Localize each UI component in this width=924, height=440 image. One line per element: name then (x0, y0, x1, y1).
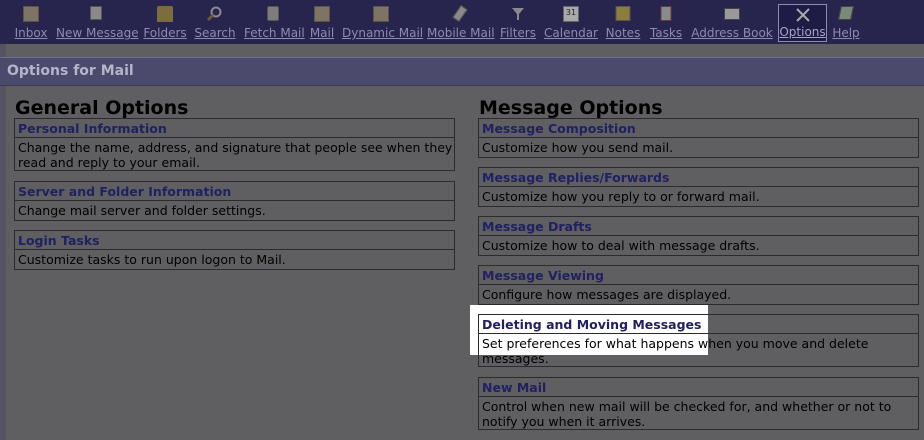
general-options-title: General Options (15, 97, 189, 119)
help-book-icon (838, 6, 854, 20)
option-message-composition: Message Composition Customize how you se… (478, 118, 919, 158)
option-link[interactable]: Login Tasks (15, 231, 454, 250)
option-description: Control when new mail will be checked fo… (482, 399, 892, 429)
option-description: Customize tasks to run upon logon to Mai… (18, 252, 286, 267)
option-link[interactable]: New Mail (479, 378, 918, 397)
option-deleting-moving: Deleting and Moving Messages Set prefere… (478, 314, 919, 367)
options-header: Options for Mail (0, 57, 924, 86)
toolbar-search[interactable]: Search (194, 4, 236, 42)
toolbar-new-message[interactable]: New Message (56, 4, 139, 42)
toolbar-folders[interactable]: Folders (143, 4, 187, 42)
clipboard-icon (660, 6, 672, 21)
toolbar-mobile-mail[interactable]: Mobile Mail (427, 4, 495, 42)
option-new-mail: New Mail Control when new mail will be c… (478, 377, 919, 430)
option-link[interactable]: Deleting and Moving Messages (479, 315, 918, 334)
option-description: Customize how you reply to or forward ma… (482, 189, 760, 204)
toolbar-filters[interactable]: Filters (499, 4, 537, 42)
calendar-icon: 31 (563, 6, 579, 22)
message-options-title: Message Options (479, 97, 663, 119)
toolbar-options[interactable]: Options (778, 4, 827, 42)
option-description: Customize how you send mail. (482, 140, 674, 155)
address-book-icon (724, 8, 740, 20)
envelope-icon (23, 6, 39, 22)
notepad-icon (615, 6, 631, 21)
toolbar-mail[interactable]: Mail (309, 4, 335, 42)
option-personal-information: Personal Information Change the name, ad… (14, 118, 455, 171)
toolbar-notes[interactable]: Notes (605, 4, 641, 42)
option-description: Set preferences for what happens when yo… (482, 336, 869, 366)
option-link[interactable]: Personal Information (15, 119, 454, 138)
option-message-viewing: Message Viewing Configure how messages a… (478, 265, 919, 305)
option-description: Customize how to deal with message draft… (482, 238, 760, 253)
magnifier-icon (207, 6, 222, 22)
tools-icon (795, 8, 810, 22)
option-link[interactable]: Server and Folder Information (15, 182, 454, 201)
option-message-replies: Message Replies/Forwards Customize how y… (478, 167, 919, 207)
toolbar-dynamic-mail[interactable]: Dynamic Mail (342, 4, 423, 42)
compose-icon (90, 6, 102, 20)
mobile-icon (452, 5, 468, 22)
folder-icon (157, 6, 173, 22)
option-link[interactable]: Message Composition (479, 119, 918, 138)
option-description: Change the name, address, and signature … (18, 140, 453, 170)
option-link[interactable]: Message Viewing (479, 266, 918, 285)
option-description: Configure how messages are displayed. (482, 287, 732, 302)
toolbar-fetch-mail[interactable]: Fetch Mail (244, 4, 305, 42)
envelope-icon (373, 6, 389, 22)
option-server-folder: Server and Folder Information Change mai… (14, 181, 455, 221)
option-login-tasks: Login Tasks Customize tasks to run upon … (14, 230, 455, 270)
left-frame-edge (0, 44, 6, 440)
option-message-drafts: Message Drafts Customize how to deal wit… (478, 216, 919, 256)
main-toolbar: Inbox New Message Folders Search Fetch M… (0, 0, 924, 44)
toolbar-address-book[interactable]: Address Book (691, 4, 773, 42)
toolbar-calendar[interactable]: 31 Calendar (544, 4, 598, 42)
option-link[interactable]: Message Replies/Forwards (479, 168, 918, 187)
page-title: Options for Mail (7, 63, 134, 79)
funnel-icon (512, 8, 524, 20)
toolbar-inbox[interactable]: Inbox (13, 4, 49, 42)
toolbar-tasks[interactable]: Tasks (647, 4, 685, 42)
toolbar-help[interactable]: Help (832, 4, 860, 42)
envelope-icon (314, 6, 330, 22)
fetch-mail-icon (267, 6, 279, 21)
option-description: Change mail server and folder settings. (18, 203, 266, 218)
option-link[interactable]: Message Drafts (479, 217, 918, 236)
